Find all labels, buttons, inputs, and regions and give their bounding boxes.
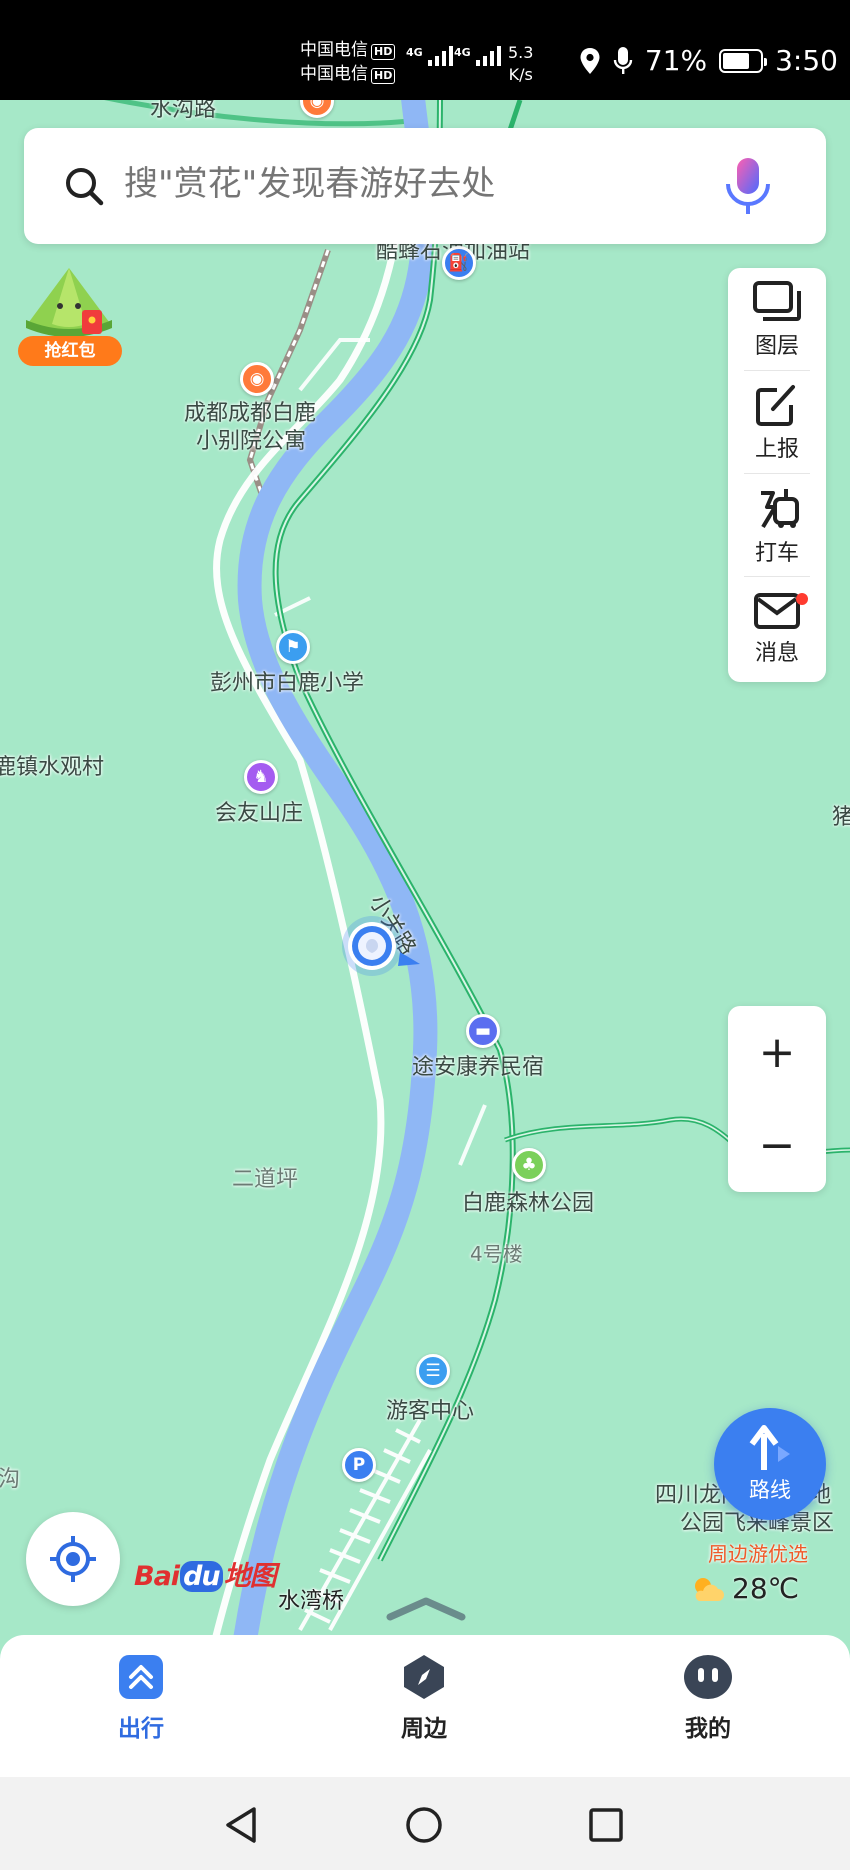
status-right: 71% 3:50 — [579, 44, 838, 77]
tab-nearby[interactable]: 周边 — [349, 1653, 499, 1743]
location-icon — [580, 47, 600, 74]
red-packet-promo[interactable]: 抢红包 — [16, 264, 122, 370]
tab-travel-label: 出行 — [118, 1716, 164, 1742]
label-school[interactable]: 彭州市白鹿小学 — [210, 670, 364, 698]
route-button[interactable]: 路线 — [714, 1408, 826, 1520]
zoom-out-button[interactable]: − — [728, 1099, 826, 1192]
logo-du: du — [180, 1561, 223, 1592]
route-arrow-icon — [749, 1425, 790, 1470]
parking-icon[interactable]: P — [342, 1448, 376, 1482]
tab-travel[interactable]: 出行 — [66, 1653, 216, 1743]
tab-profile-label: 我的 — [685, 1716, 731, 1742]
promo-label[interactable]: 抢红包 — [18, 336, 122, 366]
current-location-marker[interactable] — [340, 908, 424, 988]
zongzi-mascot-icon — [26, 268, 112, 337]
clock: 3:50 — [775, 44, 838, 77]
search-input[interactable] — [124, 164, 706, 204]
report-edit-icon — [756, 384, 795, 426]
crosshair-locate-icon — [50, 1536, 96, 1582]
microphone-status-icon — [613, 46, 633, 74]
back-icon[interactable] — [222, 1805, 262, 1845]
baidu-map-logo: Bai du 地图 — [134, 1554, 277, 1593]
battery-percent: 71% — [644, 44, 708, 77]
profile-face-icon — [684, 1655, 732, 1699]
layers-button[interactable]: 图层 — [728, 268, 826, 371]
status-bar: 中国电信 HD 中国电信 HD 4G 4G 5.3 K/s 71% 3:50 — [0, 0, 850, 100]
label-left-edge: 沟 — [0, 1467, 21, 1492]
network-type-1: 4G — [406, 46, 423, 59]
voice-search-icon[interactable] — [720, 156, 776, 218]
hd-badge-1: HD — [371, 44, 396, 60]
label-right-edge: 猪 — [832, 805, 850, 830]
network-type-2: 4G — [454, 46, 471, 59]
mail-icon — [754, 592, 800, 629]
hd-badge-2: HD — [371, 68, 396, 84]
battery-icon — [719, 48, 768, 73]
recents-icon[interactable] — [586, 1805, 626, 1845]
label-scenic-tag: 周边游优选 — [708, 1542, 808, 1566]
search-icon[interactable] — [64, 166, 104, 206]
tab-profile[interactable]: 我的 — [633, 1653, 783, 1743]
system-navigation-bar — [0, 1777, 850, 1870]
map-side-toolbar: 图层 上报 打车 消息 — [728, 268, 826, 682]
taxi-label: 打车 — [754, 540, 799, 566]
carrier-1: 中国电信 — [300, 40, 368, 60]
layers-icon — [753, 280, 801, 321]
weather-widget[interactable]: 28℃ — [690, 1572, 799, 1605]
search-bar[interactable] — [24, 128, 826, 244]
label-visitor-center[interactable]: 游客中心 — [386, 1398, 474, 1426]
report-button[interactable]: 上报 — [728, 371, 826, 474]
label-area: 二道坪 — [232, 1167, 299, 1192]
restaurant-poi-icon[interactable]: ◉ — [240, 362, 274, 396]
net-speed-value: 5.3 — [508, 43, 534, 62]
pull-up-handle-icon[interactable] — [386, 1595, 466, 1625]
inn-horse-icon[interactable]: ♞ — [244, 760, 278, 794]
messages-label: 消息 — [754, 640, 799, 666]
temperature: 28℃ — [732, 1572, 800, 1605]
net-speed: 5.3 K/s — [508, 42, 533, 86]
label-apartment-line2[interactable]: 小别院公寓 — [196, 428, 306, 456]
logo-bai: Bai — [134, 1561, 180, 1592]
route-label: 路线 — [749, 1478, 791, 1502]
signal-icon-1: 4G — [406, 46, 453, 66]
taxi-icon — [761, 488, 799, 528]
zoom-controls: + − — [728, 1006, 826, 1192]
tab-nearby-label: 周边 — [401, 1716, 447, 1742]
messages-button[interactable]: 消息 — [728, 577, 826, 680]
park-tree-icon[interactable]: ♣ — [512, 1148, 546, 1182]
logo-map: 地图 — [223, 1561, 277, 1592]
label-forest-park[interactable]: 白鹿森林公园 — [462, 1190, 594, 1218]
hotel-bed-icon[interactable]: ▬ — [466, 1014, 500, 1048]
net-speed-unit: K/s — [508, 65, 533, 84]
school-flag-icon[interactable]: ⚑ — [276, 630, 310, 664]
carrier-2: 中国电信 — [300, 64, 368, 84]
compass-icon — [404, 1655, 444, 1699]
home-icon[interactable] — [404, 1805, 444, 1845]
visitor-center-icon[interactable]: ☰ — [416, 1354, 450, 1388]
label-road-top: 水沟路 — [150, 100, 217, 122]
zoom-in-button[interactable]: + — [728, 1006, 826, 1099]
label-inn[interactable]: 会友山庄 — [215, 800, 303, 828]
label-bnb[interactable]: 途安康养民宿 — [412, 1054, 544, 1082]
label-building: 4号楼 — [470, 1242, 523, 1266]
label-bridge: 水湾桥 — [278, 1589, 345, 1614]
gas-station-icon[interactable]: ⛽ — [442, 246, 476, 280]
label-apartment-line1[interactable]: 成都成都白鹿 — [184, 400, 316, 428]
sunny-cloudy-icon — [695, 1577, 724, 1601]
locate-me-button[interactable] — [26, 1512, 120, 1606]
map-canvas[interactable]: 水沟路 酷蜂石油加油站 成都成都白鹿 小别院公寓 彭州市白鹿小学 鹿镇水观村 会… — [0, 100, 850, 1635]
label-village: 鹿镇水观村 — [0, 755, 105, 780]
carrier-info: 中国电信 HD 中国电信 HD — [300, 38, 396, 86]
taxi-button[interactable]: 打车 — [728, 474, 826, 577]
layers-label: 图层 — [754, 333, 799, 359]
unread-dot — [796, 593, 808, 605]
bottom-panel: 出行 周边 我的 — [0, 1597, 850, 1777]
travel-icon — [119, 1655, 163, 1699]
report-label: 上报 — [754, 436, 799, 462]
signal-icon-2: 4G — [454, 46, 501, 66]
